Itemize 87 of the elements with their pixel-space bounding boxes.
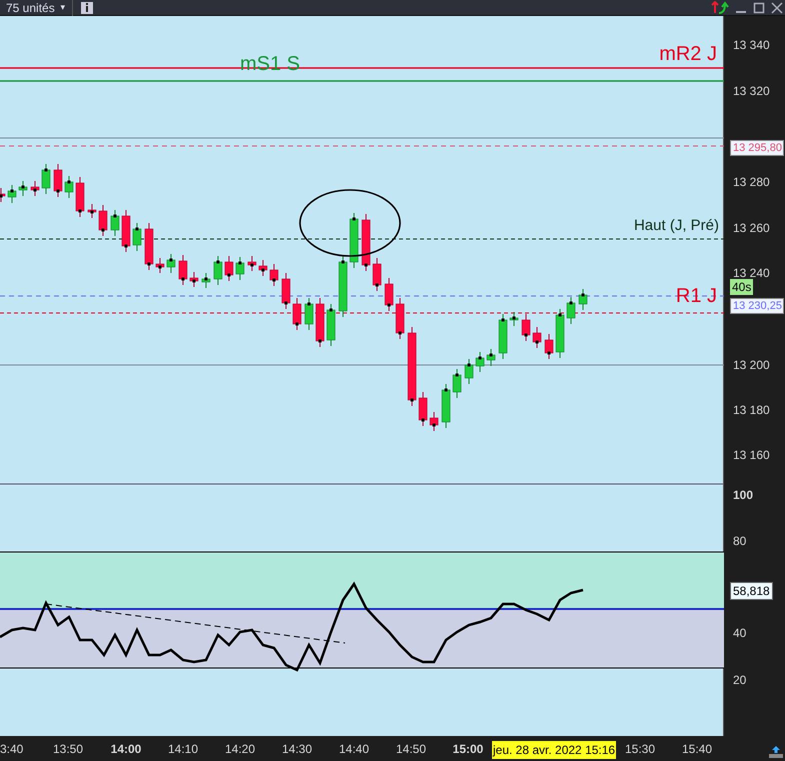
candle — [178, 254, 188, 286]
candle — [282, 272, 290, 310]
candle — [132, 222, 142, 252]
candle — [76, 176, 84, 218]
candle — [202, 272, 210, 288]
candle — [384, 278, 394, 312]
price-tag: 13 295,80 — [730, 140, 784, 156]
candle — [498, 314, 508, 360]
time-tick-label: 14:00 — [110, 743, 142, 755]
oscillator-tick-label: 80 — [733, 535, 746, 547]
candle — [30, 180, 40, 196]
candle — [486, 348, 496, 366]
sync-arrows-icon[interactable] — [711, 0, 731, 14]
time-tick-label: 13:50 — [52, 743, 84, 755]
price-tick-label: 13 260 — [733, 222, 770, 234]
candle — [236, 256, 244, 280]
oscillator-tick-label: 100 — [733, 489, 754, 501]
info-icon — [84, 3, 90, 12]
candle — [452, 368, 462, 398]
time-tick-label: 3:40 — [0, 743, 24, 755]
timer-tag: 40s — [730, 279, 754, 295]
price-tag: 13 230,25 — [730, 298, 784, 314]
maximize-icon[interactable] — [753, 2, 765, 14]
price-tick-label: 13 240 — [733, 267, 770, 279]
time-tick-label: 14:40 — [338, 743, 370, 755]
candle — [544, 334, 554, 360]
price-tick-label: 13 340 — [733, 39, 770, 51]
candle — [372, 258, 382, 292]
oscillator-tick-label: 40 — [733, 627, 746, 639]
cursor-date-label: jeu. 28 avr. 2022 15:16 — [492, 741, 616, 759]
candle — [214, 256, 222, 286]
time-tick-label: 15:00 — [452, 743, 484, 755]
candle — [476, 352, 484, 372]
info-button[interactable] — [80, 2, 93, 14]
candle — [0, 188, 6, 202]
candle — [566, 296, 576, 324]
candle — [326, 304, 336, 346]
time-tick-label: 14:50 — [396, 743, 426, 755]
candle — [304, 298, 314, 330]
candle — [258, 260, 268, 276]
price-tick-label: 13 280 — [733, 176, 770, 188]
candle — [430, 412, 438, 432]
oscillator-value-tag: 58,818 — [730, 582, 773, 600]
candle — [144, 222, 154, 270]
candle — [362, 214, 370, 272]
candle — [556, 308, 564, 358]
time-tick-label: 15:40 — [682, 743, 712, 755]
time-tick-label: 14:20 — [224, 743, 256, 755]
price-level-label: R1 J — [676, 286, 717, 306]
candle — [88, 204, 96, 218]
candle — [42, 164, 50, 194]
candle — [578, 288, 588, 310]
candle — [166, 254, 176, 274]
candle — [522, 314, 530, 342]
oscillator-tick-label: 20 — [733, 674, 746, 686]
price-level-label: mR2 J — [659, 44, 717, 64]
price-tick-label: 13 200 — [733, 359, 770, 371]
candle — [464, 358, 474, 384]
price-tick-label: 13 320 — [733, 85, 770, 97]
candle — [64, 176, 74, 198]
candle — [122, 210, 130, 252]
candle — [110, 210, 120, 236]
candle — [532, 326, 542, 348]
candle — [418, 392, 428, 426]
candle — [292, 298, 302, 330]
candle — [270, 264, 278, 286]
candle — [98, 204, 108, 236]
candle — [224, 256, 234, 282]
candle — [338, 256, 348, 318]
candle — [396, 298, 404, 340]
price-level-label: Haut (J, Pré) — [634, 218, 719, 233]
candle — [316, 298, 324, 348]
candle — [248, 256, 256, 272]
candle — [8, 184, 16, 204]
close-icon[interactable] — [771, 2, 783, 14]
candle — [18, 180, 28, 196]
candle — [350, 212, 358, 268]
candle — [442, 384, 450, 428]
time-tick-label: 14:30 — [282, 743, 312, 755]
candle — [510, 312, 518, 326]
candle — [156, 258, 164, 274]
price-tick-label: 13 180 — [733, 404, 770, 416]
candle — [54, 164, 62, 198]
candle — [190, 272, 198, 288]
price-tick-label: 13 160 — [733, 449, 770, 461]
time-tick-label: 15:30 — [624, 743, 656, 755]
time-tick-label: 14:10 — [168, 743, 198, 755]
